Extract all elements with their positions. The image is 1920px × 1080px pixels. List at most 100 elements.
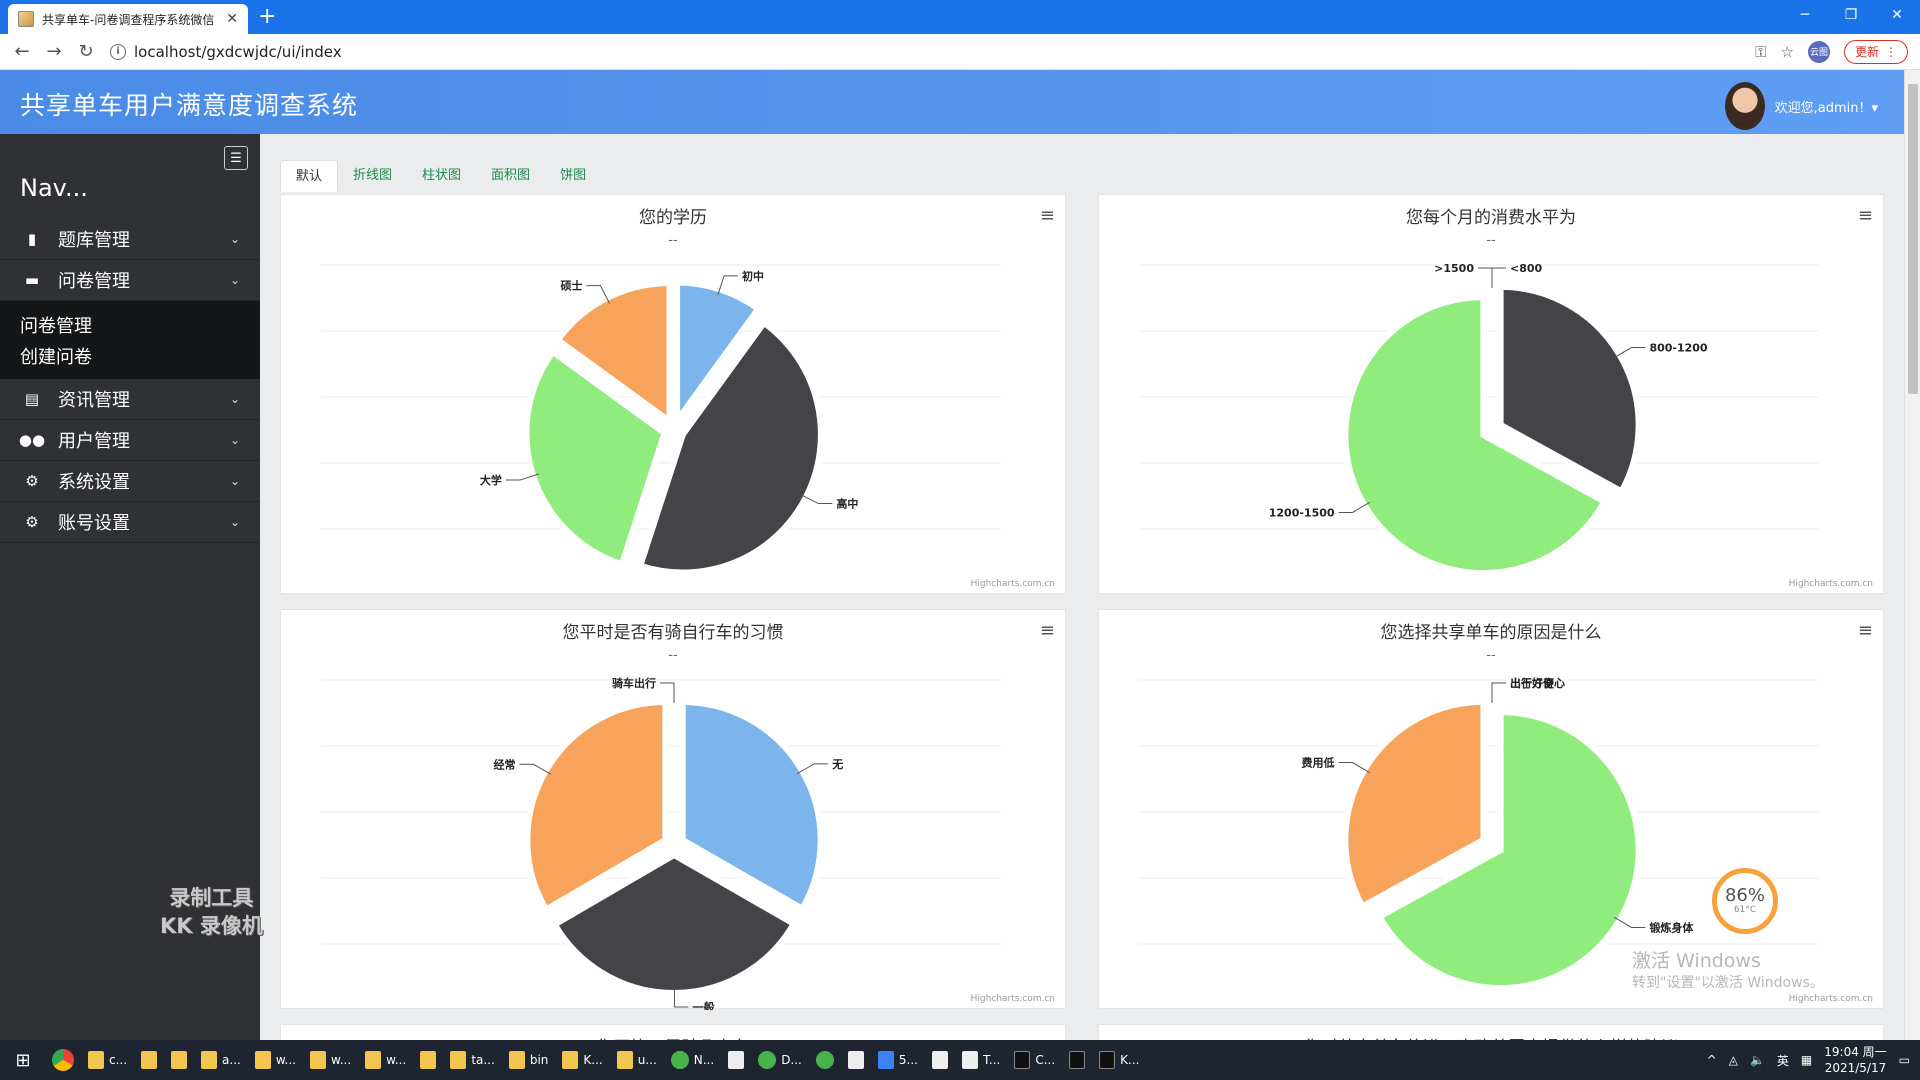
- chart-title: 您每个月的消费水平为: [1406, 208, 1576, 228]
- taskbar-app[interactable]: u...: [611, 1040, 663, 1080]
- app-icon: [931, 1051, 948, 1069]
- chart-credit[interactable]: Highcharts.com.cn: [1789, 994, 1873, 1004]
- app-icon: [420, 1051, 437, 1069]
- notification-icon[interactable]: ▭: [1899, 1053, 1910, 1067]
- new-tab-button[interactable]: +: [258, 5, 276, 29]
- activate-windows-hint: 转到"设置"以激活 Windows。: [1632, 975, 1824, 991]
- sidebar-toggle-icon[interactable]: ☰: [224, 146, 248, 170]
- sidebar-item-system-settings[interactable]: ⚙ 系统设置 ⌄: [0, 461, 260, 502]
- taskbar-app[interactable]: c...: [82, 1040, 133, 1080]
- chrome-icon: [52, 1049, 74, 1071]
- hamburger-menu-icon[interactable]: ≡: [1040, 207, 1055, 225]
- tab-default[interactable]: 默认: [280, 160, 339, 192]
- tab-pie-chart[interactable]: 饼图: [545, 160, 601, 192]
- info-icon[interactable]: i: [110, 43, 126, 60]
- taskbar-app[interactable]: [135, 1040, 163, 1080]
- chart-credit[interactable]: Highcharts.com.cn: [971, 579, 1055, 589]
- chevron-down-icon: ⌄: [230, 433, 241, 447]
- pie-chart-education: 初中高中 大学 硕士: [321, 264, 1001, 576]
- taskbar-app[interactable]: bin: [503, 1040, 555, 1080]
- taskbar-app[interactable]: D...: [752, 1040, 808, 1080]
- submenu-item-survey-manage[interactable]: 问卷管理: [0, 311, 260, 342]
- ime-indicator[interactable]: 英: [1777, 1052, 1789, 1069]
- taskbar-app[interactable]: [165, 1040, 193, 1080]
- sidebar-item-label: 系统设置: [58, 472, 130, 493]
- taskbar-app[interactable]: ta...: [444, 1040, 501, 1080]
- url-text[interactable]: localhost/gxdcwjdc/ui/index: [134, 43, 342, 61]
- app-icon: [1014, 1051, 1031, 1069]
- submenu-item-create-survey[interactable]: 创建问卷: [0, 342, 260, 373]
- taskbar-app[interactable]: a...: [195, 1040, 247, 1080]
- address-bar[interactable]: i localhost/gxdcwjdc/ui/index: [110, 38, 1755, 66]
- sidebar-item-question-bank[interactable]: ▮ 题库管理 ⌄: [0, 219, 260, 260]
- taskbar-app[interactable]: [1063, 1040, 1091, 1080]
- chart-subtitle: --: [1486, 233, 1496, 248]
- taskbar-app[interactable]: 5...: [872, 1040, 924, 1080]
- chevron-up-icon[interactable]: ^: [1707, 1053, 1717, 1067]
- hamburger-menu-icon[interactable]: ≡: [1858, 622, 1873, 640]
- taskbar-app[interactable]: [414, 1040, 442, 1080]
- pie-data-label: 锻炼身体: [1649, 920, 1694, 934]
- chart-title: 您平时是否有骑自行车的习惯: [562, 623, 784, 643]
- taskbar-app-label: T...: [982, 1053, 1001, 1067]
- browser-tab[interactable]: 共享单车-问卷调查程序系统微信 ✕: [8, 4, 248, 34]
- windows-taskbar: ⊞ c... a... w... w... w... ta... bin K... u... N.…: [0, 1040, 1920, 1080]
- back-arrow-icon[interactable]: ←: [6, 36, 38, 68]
- tab-bar-chart[interactable]: 柱状图: [407, 160, 476, 192]
- taskbar-app[interactable]: C...: [1008, 1040, 1061, 1080]
- hamburger-menu-icon[interactable]: ≡: [1858, 207, 1873, 225]
- sidebar-item-account-settings[interactable]: ⚙ 账号设置 ⌄: [0, 502, 260, 543]
- sidebar-item-label: 用户管理: [58, 431, 130, 452]
- update-button[interactable]: 更新 ⋮: [1843, 39, 1908, 64]
- keyboard-icon[interactable]: ▦: [1801, 1053, 1812, 1067]
- temperature-gauge[interactable]: 86% 61°C: [1712, 868, 1778, 934]
- key-icon[interactable]: ⚿: [1755, 43, 1766, 61]
- watermark-line: KK 录像机: [160, 914, 263, 938]
- taskbar-app-label: w...: [331, 1053, 352, 1067]
- taskbar-app[interactable]: [842, 1040, 870, 1080]
- system-clock[interactable]: 19:04 周一 2021/5/17: [1824, 1044, 1886, 1076]
- taskbar-app[interactable]: w...: [304, 1040, 357, 1080]
- window-close-icon[interactable]: ✕: [1874, 0, 1920, 30]
- taskbar-app[interactable]: T...: [956, 1040, 1006, 1080]
- taskbar-app[interactable]: K...: [556, 1040, 608, 1080]
- pie-data-label: 800-1200: [1649, 342, 1707, 355]
- user-menu[interactable]: 欢迎您,admin！▾: [1724, 82, 1878, 130]
- chart-credit[interactable]: Highcharts.com.cn: [971, 994, 1055, 1004]
- sidebar-item-users[interactable]: ●● 用户管理 ⌄: [0, 420, 260, 461]
- scrollbar-thumb[interactable]: [1908, 84, 1918, 394]
- app-icon: [1099, 1051, 1116, 1069]
- taskbar-app[interactable]: [722, 1040, 750, 1080]
- restore-icon[interactable]: ❐: [1828, 0, 1874, 30]
- tab-line-chart[interactable]: 折线图: [338, 160, 407, 192]
- windows-start-icon[interactable]: ⊞: [0, 1050, 46, 1071]
- forward-arrow-icon[interactable]: →: [38, 36, 70, 68]
- chart-subtitle: --: [668, 233, 678, 248]
- sidebar-item-label: 资讯管理: [58, 390, 130, 411]
- taskbar-app[interactable]: [810, 1040, 840, 1080]
- minimize-icon[interactable]: ─: [1782, 0, 1828, 30]
- taskbar-app[interactable]: w...: [249, 1040, 302, 1080]
- reload-icon[interactable]: ↻: [70, 36, 102, 68]
- taskbar-app[interactable]: w...: [359, 1040, 412, 1080]
- network-icon[interactable]: ◬: [1729, 1053, 1738, 1067]
- sidebar-item-survey[interactable]: ▬ 问卷管理 ⌄: [0, 260, 260, 301]
- page-scrollbar[interactable]: [1904, 70, 1920, 1040]
- sidebar-item-news[interactable]: ▤ 资讯管理 ⌄: [0, 379, 260, 420]
- welcome-text[interactable]: 欢迎您,admin！▾: [1775, 97, 1878, 116]
- volume-icon[interactable]: 🔈: [1750, 1053, 1765, 1067]
- taskbar-app[interactable]: K...: [1093, 1040, 1145, 1080]
- app-icon: [847, 1051, 864, 1069]
- star-icon[interactable]: ☆: [1781, 43, 1794, 61]
- tab-area-chart[interactable]: 面积图: [476, 160, 545, 192]
- avatar[interactable]: [1724, 82, 1765, 130]
- taskbar-app[interactable]: N...: [665, 1040, 720, 1080]
- hamburger-menu-icon[interactable]: ≡: [1040, 622, 1055, 640]
- chart-credit[interactable]: Highcharts.com.cn: [1789, 579, 1873, 589]
- profile-avatar[interactable]: 云图: [1807, 40, 1830, 63]
- app-icon: [450, 1051, 467, 1069]
- taskbar-app[interactable]: [926, 1040, 954, 1080]
- taskbar-app-chrome[interactable]: [46, 1040, 80, 1080]
- close-icon[interactable]: ✕: [226, 11, 238, 27]
- app-icon: [815, 1051, 834, 1069]
